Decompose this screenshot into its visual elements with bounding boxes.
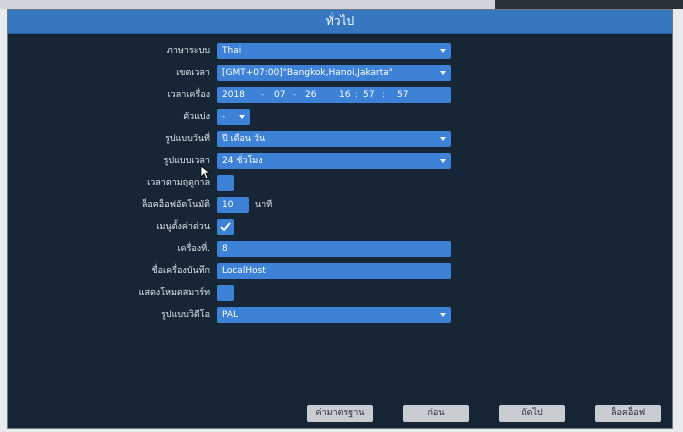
chevron-down-icon: [440, 71, 446, 75]
date-separator-label: ตัวแบ่ง: [183, 112, 210, 122]
device-no-input[interactable]: 8: [217, 241, 451, 257]
hour-field[interactable]: 16: [339, 87, 350, 103]
logout-button[interactable]: ล็อคอ็อฟ: [595, 405, 661, 422]
date-separator-select[interactable]: -: [217, 109, 250, 125]
startup-wizard-row: เมนูตั้งค่าด่วน: [8, 218, 668, 236]
chevron-down-icon: [440, 49, 446, 53]
timezone-value: [GMT+07:00]"Bangkok,Hanoi,Jakarta": [222, 68, 393, 78]
time-format-select[interactable]: 24 ชั่วโมง: [217, 153, 451, 169]
auto-logout-unit: นาที: [255, 200, 273, 210]
checkmark-icon: [220, 222, 231, 232]
timezone-row: เขตเวลา [GMT+07:00]"Bangkok,Hanoi,Jakart…: [8, 64, 668, 82]
system-time-label: เวลาเครื่อง: [167, 90, 210, 100]
system-time-row: เวลาเครื่อง 2018 - 07 - 26 16 : 57 : 57: [8, 86, 668, 104]
show-mouse-checkbox[interactable]: [217, 285, 234, 301]
background-strip: [0, 0, 683, 9]
device-name-input[interactable]: LocalHost: [217, 263, 451, 279]
auto-logout-label: ล็อคอ็อฟอัตโนมัติ: [141, 200, 210, 210]
chevron-down-icon: [239, 115, 245, 119]
general-settings-dialog: ทั่วไป ภาษาระบบ Thai เขตเวลา [GMT+07:00]…: [7, 9, 673, 429]
date-format-label: รูปแบบวันที่: [165, 134, 210, 144]
device-name-label: ชื่อเครื่องบันทึก: [151, 266, 211, 276]
time-format-value: 24 ชั่วโมง: [222, 156, 263, 166]
date-separator-row: ตัวแบ่ง -: [8, 108, 668, 126]
language-label: ภาษาระบบ: [166, 46, 210, 56]
device-no-row: เครื่องที่. 8: [8, 240, 668, 258]
time-format-row: รูปแบบเวลา 24 ชั่วโมง: [8, 152, 668, 170]
next-button[interactable]: ถัดไป: [499, 405, 565, 422]
auto-logout-input[interactable]: 10: [217, 197, 249, 213]
day-field[interactable]: 26: [305, 87, 316, 103]
date-format-row: รูปแบบวันที่ ปี เดือน วัน: [8, 130, 668, 148]
date-separator-value: -: [222, 112, 226, 122]
video-standard-row: รูปแบบวิดีโอ PAL: [8, 306, 668, 324]
video-standard-label: รูปแบบวิดีโอ: [161, 310, 210, 320]
timezone-label: เขตเวลา: [176, 68, 210, 78]
month-field[interactable]: 07: [274, 87, 285, 103]
year-field[interactable]: 2018: [222, 87, 245, 103]
date-format-select[interactable]: ปี เดือน วัน: [217, 131, 451, 147]
mouse-cursor-icon: [200, 165, 211, 180]
auto-logout-row: ล็อคอ็อฟอัตโนมัติ 10 นาที: [8, 196, 668, 214]
second-field[interactable]: 57: [397, 87, 408, 103]
language-value: Thai: [222, 46, 242, 56]
dialog-title: ทั่วไป: [8, 10, 672, 34]
chevron-down-icon: [440, 313, 446, 317]
device-name-row: ชื่อเครื่องบันทึก LocalHost: [8, 262, 668, 280]
video-standard-value: PAL: [222, 310, 239, 320]
dst-checkbox[interactable]: [217, 175, 234, 191]
timezone-select[interactable]: [GMT+07:00]"Bangkok,Hanoi,Jakarta": [217, 65, 451, 81]
language-row: ภาษาระบบ Thai: [8, 42, 668, 60]
prev-button[interactable]: ก่อน: [403, 405, 469, 422]
system-time-input[interactable]: 2018 - 07 - 26 16 : 57 : 57: [217, 87, 451, 103]
default-button[interactable]: ค่ามาตรฐาน: [307, 405, 373, 422]
date-format-value: ปี เดือน วัน: [222, 134, 266, 144]
chevron-down-icon: [440, 159, 446, 163]
startup-wizard-checkbox[interactable]: [217, 219, 234, 235]
video-standard-select[interactable]: PAL: [217, 307, 451, 323]
show-mouse-label: แสดงโหมดสมาร์ท: [138, 288, 210, 298]
device-no-label: เครื่องที่.: [177, 244, 210, 254]
dst-row: เวลาตามฤดูกาล: [8, 174, 668, 192]
language-select[interactable]: Thai: [217, 43, 451, 59]
startup-wizard-label: เมนูตั้งค่าด่วน: [156, 222, 210, 232]
minute-field[interactable]: 57: [363, 87, 374, 103]
chevron-down-icon: [440, 137, 446, 141]
show-mouse-row: แสดงโหมดสมาร์ท: [8, 284, 668, 302]
background-video-area: [495, 0, 683, 9]
